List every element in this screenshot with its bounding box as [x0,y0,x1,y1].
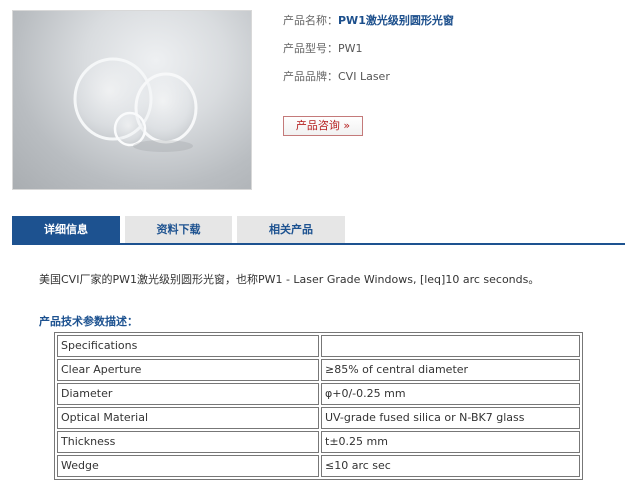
product-model-row: 产品型号：PW1 [283,42,623,56]
specs-heading: 产品技术参数描述： [39,315,138,328]
small-window-disc [113,111,147,147]
table-row: Diameter φ+0/-0.25 mm [57,383,580,405]
product-description: 美国CVI厂家的PW1激光级别圆形光窗，也称PW1 - Laser Grade … [39,273,540,286]
table-row: Clear Aperture ≥85% of central diameter [57,359,580,381]
spec-value: ≤10 arc sec [321,455,580,477]
product-inquiry-button[interactable]: 产品咨询 » [283,116,363,136]
product-brand-row: 产品品牌：CVI Laser [283,70,623,84]
spec-key: Optical Material [57,407,319,429]
product-name-label: 产品名称： [283,14,338,27]
spec-value [321,335,580,357]
product-brand-value: CVI Laser [338,70,390,83]
table-row: Specifications [57,335,580,357]
tab-details[interactable]: 详细信息 [12,216,120,243]
table-row: Thickness t±0.25 mm [57,431,580,453]
spec-value: φ+0/-0.25 mm [321,383,580,405]
tab-downloads[interactable]: 资料下载 [125,216,232,243]
table-row: Optical Material UV-grade fused silica o… [57,407,580,429]
spec-key: Wedge [57,455,319,477]
spec-key: Diameter [57,383,319,405]
tab-underline [12,243,625,245]
product-model-value: PW1 [338,42,363,55]
table-row: Wedge ≤10 arc sec [57,455,580,477]
spec-value: ≥85% of central diameter [321,359,580,381]
product-info: 产品名称：PW1激光级别圆形光窗 产品型号：PW1 产品品牌：CVI Laser [283,14,623,98]
detail-tabs: 详细信息 资料下载 相关产品 [12,216,625,244]
spec-value: UV-grade fused silica or N-BK7 glass [321,407,580,429]
specs-table: Specifications Clear Aperture ≥85% of ce… [54,332,583,480]
disc-shadow [133,140,193,152]
spec-key: Clear Aperture [57,359,319,381]
spec-value: t±0.25 mm [321,431,580,453]
product-name-value: PW1激光级别圆形光窗 [338,14,454,27]
product-image [12,10,252,190]
spec-key: Thickness [57,431,319,453]
product-name-row: 产品名称：PW1激光级别圆形光窗 [283,14,623,28]
product-model-label: 产品型号： [283,42,338,55]
product-brand-label: 产品品牌： [283,70,338,83]
tab-related-products[interactable]: 相关产品 [237,216,345,243]
spec-key: Specifications [57,335,319,357]
